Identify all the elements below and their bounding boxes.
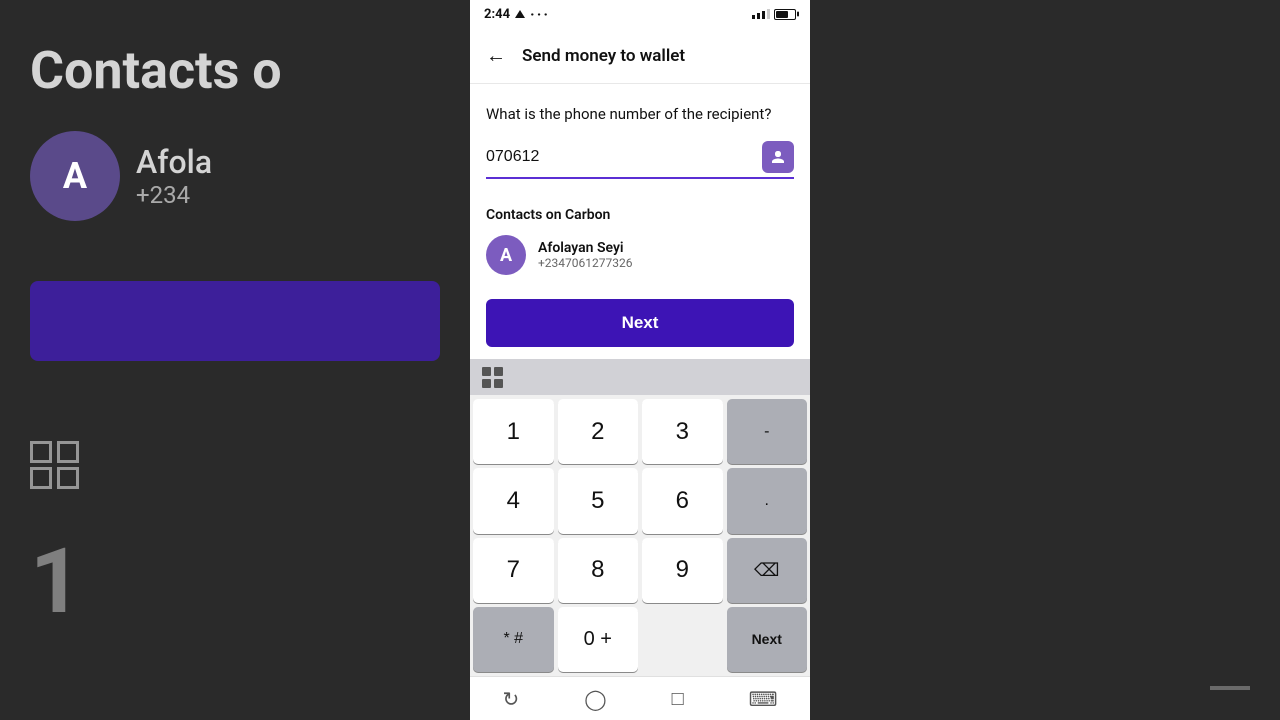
background-right: [810, 0, 1280, 720]
keyboard-row-4: * # 0 + Next: [473, 607, 807, 672]
bg-name: Afola: [136, 143, 212, 181]
key-2[interactable]: 2: [558, 399, 639, 464]
bg-title: Contacts o: [30, 40, 440, 101]
keyboard-top-bar: [470, 359, 810, 395]
bg-number: 1: [30, 529, 440, 634]
status-time: 2:44: [484, 7, 510, 22]
contact-item[interactable]: A Afolayan Seyi +2347061277326: [486, 235, 794, 275]
back-button[interactable]: ←: [486, 43, 506, 68]
question-text: What is the phone number of the recipien…: [486, 104, 794, 125]
bg-phone: +234: [136, 181, 212, 209]
key-9[interactable]: 9: [642, 538, 723, 603]
contact-icon: [769, 148, 787, 166]
key-1[interactable]: 1: [473, 399, 554, 464]
more-icon: ···: [530, 5, 550, 24]
main-content: What is the phone number of the recipien…: [470, 84, 810, 207]
nav-back-icon[interactable]: ↻: [502, 687, 519, 711]
signal-icon: [752, 9, 770, 19]
key-0-plus[interactable]: 0 +: [558, 607, 639, 672]
contacts-title: Contacts on Carbon: [486, 207, 794, 223]
app-header: ← Send money to wallet: [470, 28, 810, 84]
key-4[interactable]: 4: [473, 468, 554, 533]
key-empty: [642, 607, 723, 672]
keyboard-row-1: 1 2 3 -: [473, 399, 807, 464]
keyboard-row-3: 7 8 9 ⌫: [473, 538, 807, 603]
key-8[interactable]: 8: [558, 538, 639, 603]
keyboard-next-button[interactable]: Next: [727, 607, 808, 672]
status-bar: 2:44 ···: [470, 0, 810, 28]
contacts-section: Contacts on Carbon A Afolayan Seyi +2347…: [470, 207, 810, 287]
battery-icon: [774, 9, 796, 20]
key-6[interactable]: 6: [642, 468, 723, 533]
phone-input-row: [486, 141, 794, 179]
nav-home-icon[interactable]: ◯: [584, 687, 606, 711]
phone-screen: 2:44 ··· ← Send money to wallet What is …: [470, 0, 810, 720]
bg-dash: [1210, 686, 1250, 690]
nav-recents-icon[interactable]: □: [672, 686, 684, 711]
contact-name: Afolayan Seyi: [538, 240, 632, 256]
keyboard-rows: 1 2 3 - 4 5 6 . 7 8 9 ⌫ * # 0 +: [470, 395, 810, 676]
alert-icon: [515, 10, 525, 18]
phone-input[interactable]: [486, 148, 762, 166]
background-left: Contacts o A Afola +234 1: [0, 0, 470, 720]
key-period[interactable]: .: [727, 468, 808, 533]
bg-avatar: A: [30, 131, 120, 221]
contact-avatar: A: [486, 235, 526, 275]
key-5[interactable]: 5: [558, 468, 639, 533]
key-dash[interactable]: -: [727, 399, 808, 464]
key-3[interactable]: 3: [642, 399, 723, 464]
keyboard-row-2: 4 5 6 .: [473, 468, 807, 533]
key-7[interactable]: 7: [473, 538, 554, 603]
bg-purple-bar: [30, 281, 440, 361]
contact-phone: +2347061277326: [538, 256, 632, 270]
key-star-hash[interactable]: * #: [473, 607, 554, 672]
key-backspace[interactable]: ⌫: [727, 538, 808, 603]
next-button[interactable]: Next: [486, 299, 794, 347]
bottom-nav: ↻ ◯ □ ⌨: [470, 676, 810, 720]
nav-keyboard-icon[interactable]: ⌨: [749, 687, 778, 711]
keyboard-grid-icon: [482, 367, 503, 388]
page-title: Send money to wallet: [522, 46, 685, 66]
keyboard-area: 1 2 3 - 4 5 6 . 7 8 9 ⌫ * # 0 +: [470, 359, 810, 676]
contact-picker-button[interactable]: [762, 141, 794, 173]
bg-grid-icon: [30, 441, 80, 489]
